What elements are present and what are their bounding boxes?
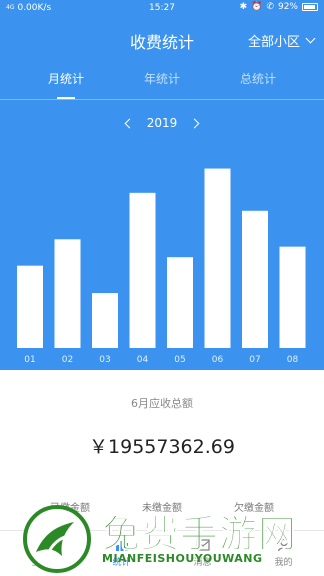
alarm-icon: ⏰ bbox=[251, 2, 263, 12]
battery-icon bbox=[302, 3, 318, 11]
bar-chart-svg: 01 02 03 04 05 06 07 08 bbox=[17, 168, 306, 365]
x-tick-label-07: 07 bbox=[249, 355, 260, 365]
call-icon: ✆ bbox=[266, 2, 274, 12]
bar-05[interactable] bbox=[167, 257, 193, 348]
tabbar-label-profile: 我的 bbox=[274, 558, 293, 568]
bar-08[interactable] bbox=[279, 246, 306, 348]
bar-03[interactable] bbox=[92, 293, 118, 348]
community-selector-label: 全部小区 bbox=[247, 35, 300, 50]
chevron-right-icon[interactable] bbox=[189, 118, 200, 128]
x-tick-label-06: 06 bbox=[212, 355, 224, 365]
x-tick-label-05: 05 bbox=[174, 355, 185, 365]
tab-total[interactable]: 总统计 bbox=[204, 70, 312, 87]
x-tick-label-01: 01 bbox=[24, 355, 35, 365]
watermark-logo-icon bbox=[23, 505, 91, 573]
chevron-left-icon[interactable] bbox=[124, 118, 135, 128]
status-bar: 4G 0.00K/s 15:27 ✱ ⏰ ✆ 92% bbox=[0, 0, 324, 18]
x-tick-label-08: 08 bbox=[287, 355, 299, 365]
year-selector: 2019 bbox=[0, 116, 324, 130]
bluetooth-icon: ✱ bbox=[239, 2, 248, 12]
active-tab-indicator bbox=[57, 97, 75, 99]
summary-value: ￥19557362.69 bbox=[89, 436, 235, 458]
x-tick-label-02: 02 bbox=[62, 355, 73, 365]
bar-01[interactable] bbox=[17, 265, 43, 348]
chevron-down-icon bbox=[305, 33, 316, 44]
tab-monthly[interactable]: 月统计 bbox=[12, 70, 120, 87]
year-label: 2019 bbox=[146, 116, 178, 130]
summary-label: 6月应收总额 bbox=[131, 397, 193, 410]
watermark-title: 免费手游网 bbox=[101, 512, 298, 557]
app-header: 收费统计 全部小区 bbox=[0, 22, 324, 56]
bar-04[interactable] bbox=[129, 192, 156, 348]
stats-tabs: 月统计 年统计 总统计 bbox=[0, 64, 324, 100]
tab-yearly[interactable]: 年统计 bbox=[108, 70, 216, 87]
bar-06[interactable] bbox=[204, 168, 231, 348]
watermark-subtitle: MIANFEISHOUYOUWANG bbox=[102, 552, 263, 565]
x-tick-label-03: 03 bbox=[99, 355, 110, 365]
bar-07[interactable] bbox=[242, 210, 268, 348]
monthly-bar-chart: 01 02 03 04 05 06 07 08 bbox=[0, 140, 324, 370]
stats-header-panel: 4G 0.00K/s 15:27 ✱ ⏰ ✆ 92% 收费统计 全部小区 月统计… bbox=[0, 0, 324, 370]
x-tick-label-04: 04 bbox=[137, 355, 149, 365]
status-right: ✱ ⏰ ✆ 92% bbox=[240, 2, 318, 12]
battery-text: 92% bbox=[277, 2, 298, 12]
bar-02[interactable] bbox=[54, 239, 81, 348]
community-selector[interactable]: 全部小区 bbox=[247, 31, 316, 50]
